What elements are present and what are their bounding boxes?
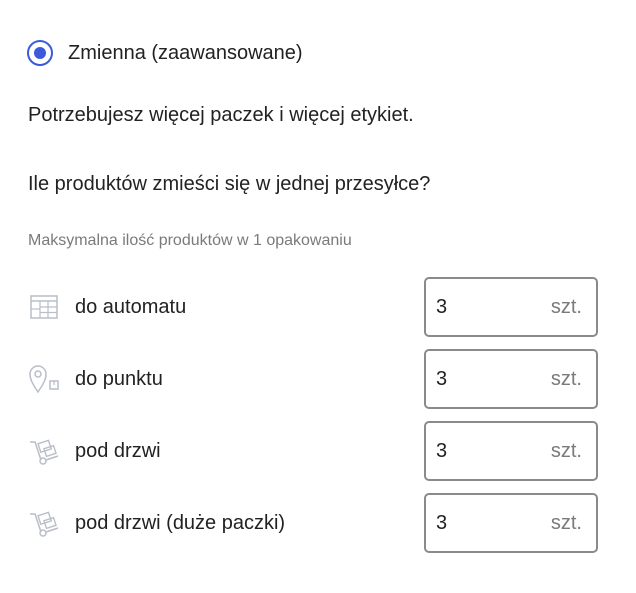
- quantity-value[interactable]: 3: [436, 512, 447, 535]
- courier-hand-truck-icon: [28, 507, 60, 539]
- delivery-row-label: pod drzwi: [75, 439, 161, 462]
- delivery-row-label: do punktu: [75, 367, 163, 390]
- quantity-value[interactable]: 3: [436, 440, 447, 463]
- variable-option-radio[interactable]: [27, 40, 53, 66]
- delivery-row-label: do automatu: [75, 295, 187, 318]
- delivery-row-label: pod drzwi (duże paczki): [75, 511, 286, 534]
- quantity-unit: szt.: [550, 511, 582, 534]
- quantity-value[interactable]: 3: [436, 296, 447, 319]
- option-description: Potrzebujesz więcej paczek i więcej etyk…: [28, 104, 414, 126]
- delivery-row-door: pod drzwi 3 szt.: [28, 421, 598, 481]
- delivery-row-locker: do automatu 3 szt.: [28, 277, 598, 337]
- variable-option[interactable]: Zmienna (zaawansowane): [27, 40, 303, 66]
- max-products-caption: Maksymalna ilość produktów w 1 opakowani…: [28, 232, 352, 249]
- quantity-unit: szt.: [550, 367, 582, 390]
- quantity-input-point[interactable]: 3 szt.: [424, 349, 598, 409]
- quantity-input-door-large[interactable]: 3 szt.: [424, 493, 598, 553]
- quantity-value[interactable]: 3: [436, 368, 447, 391]
- products-per-shipment-question: Ile produktów zmieści się w jednej przes…: [28, 173, 431, 195]
- delivery-row-door-large: pod drzwi (duże paczki) 3 szt.: [28, 493, 598, 553]
- quantity-input-door[interactable]: 3 szt.: [424, 421, 598, 481]
- delivery-row-point: do punktu 3 szt.: [28, 349, 598, 409]
- parcel-locker-icon: [28, 291, 60, 323]
- variable-option-label[interactable]: Zmienna (zaawansowane): [68, 42, 303, 65]
- courier-hand-truck-icon: [28, 435, 60, 467]
- radio-selected-dot: [34, 47, 46, 59]
- quantity-unit: szt.: [550, 439, 582, 462]
- quantity-input-locker[interactable]: 3 szt.: [424, 277, 598, 337]
- quantity-unit: szt.: [550, 295, 582, 318]
- pickup-point-icon: [28, 363, 60, 395]
